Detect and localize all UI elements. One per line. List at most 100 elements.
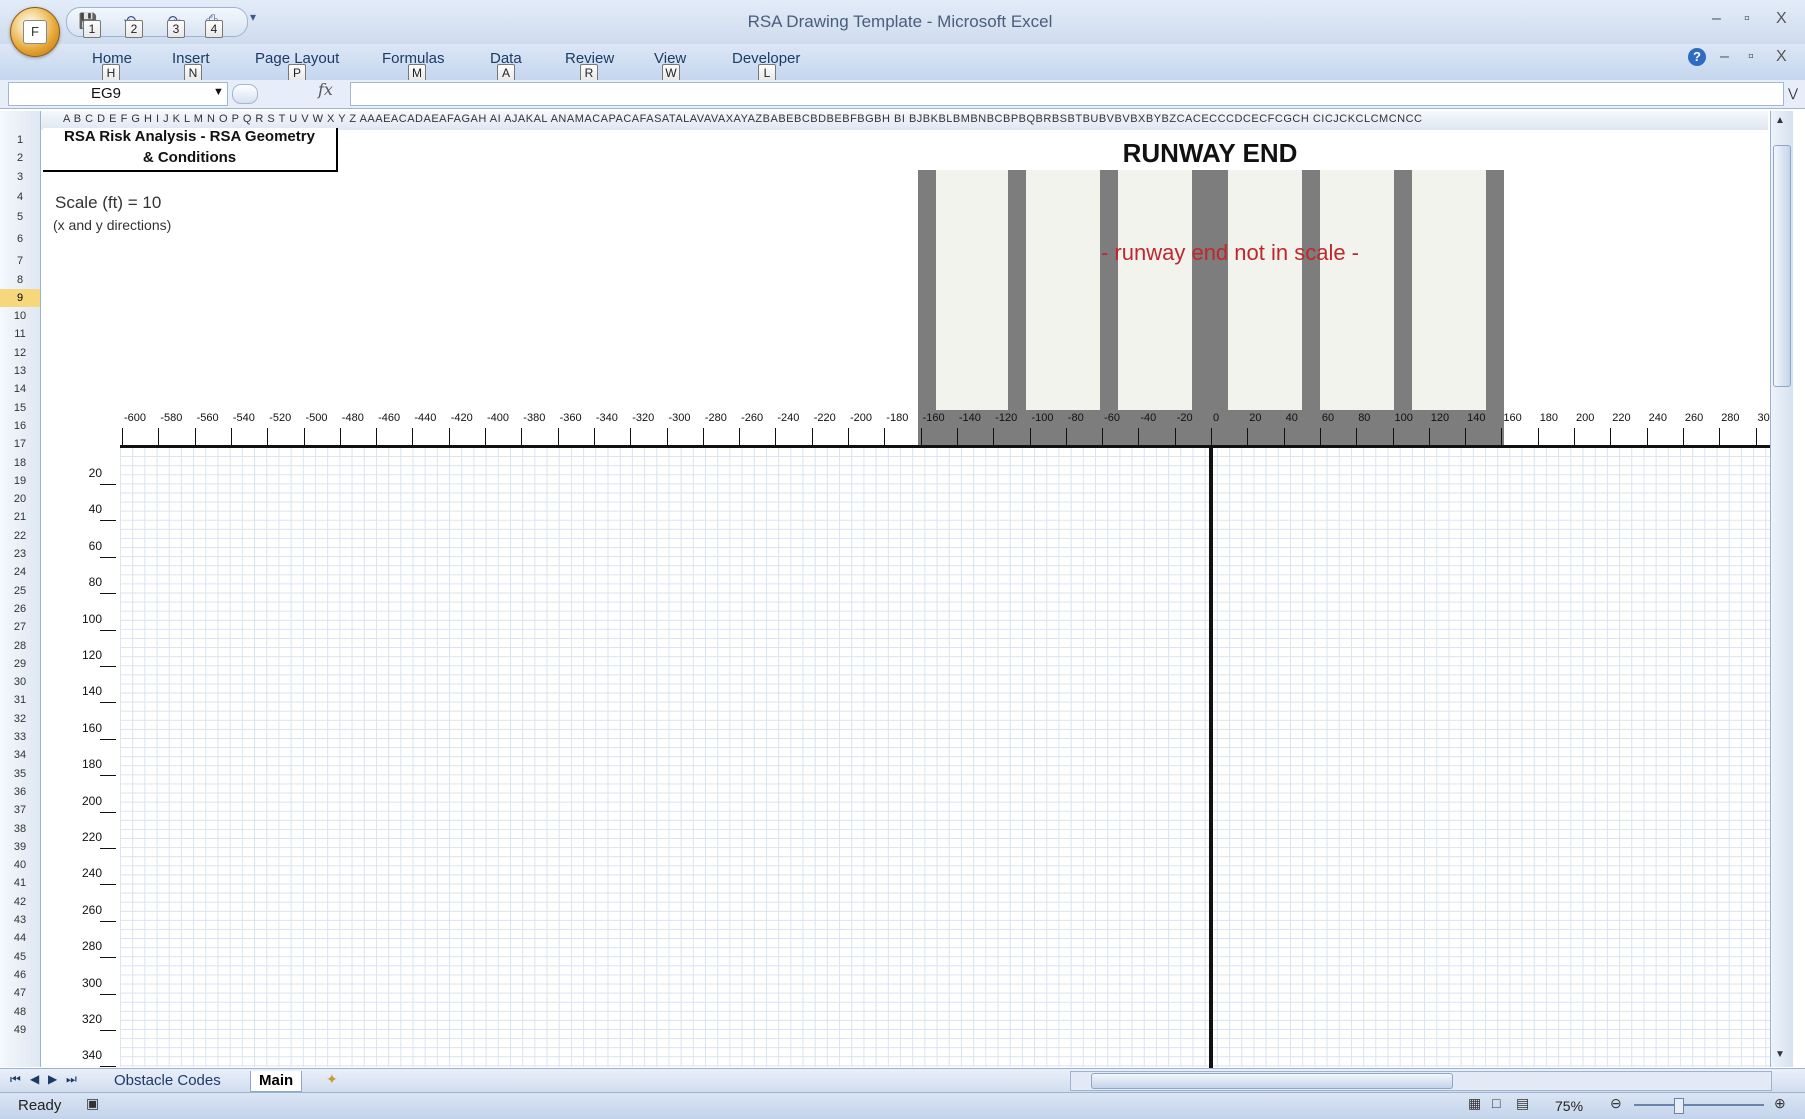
y-tick-mark [100,1030,116,1031]
zoom-slider-thumb[interactable] [1674,1098,1684,1114]
x-tick-label: 40 [1285,412,1298,424]
row-header-25[interactable]: 25 [0,582,40,600]
row-header-9[interactable]: 9 [0,288,40,308]
horizontal-scrollbar[interactable] [1070,1071,1772,1091]
row-header-37[interactable]: 37 [0,801,40,819]
row-header-31[interactable]: 31 [0,691,40,709]
row-header-3[interactable]: 3 [0,168,40,186]
row-header-22[interactable]: 22 [0,527,40,545]
name-box-dropdown-icon[interactable]: ▼ [213,86,224,98]
row-header-8[interactable]: 8 [0,271,40,289]
first-sheet-icon[interactable]: ⏮ [10,1072,21,1087]
row-header-40[interactable]: 40 [0,856,40,874]
runway-note: - runway end not in scale - [1100,240,1360,265]
row-header-27[interactable]: 27 [0,618,40,636]
name-box[interactable]: EG9 ▼ [8,82,228,106]
close-button[interactable]: X [1776,10,1787,28]
row-header-36[interactable]: 36 [0,783,40,801]
expand-formula-bar-icon[interactable]: ⋁ [1784,82,1802,104]
runway-end-graphic[interactable] [918,170,1504,446]
page-break-view-icon[interactable]: ▤ [1516,1095,1529,1112]
row-header-17[interactable]: 17 [0,435,40,453]
row-header-49[interactable]: 49 [0,1021,40,1039]
row-header-47[interactable]: 47 [0,984,40,1002]
y-tick-mark [100,484,116,485]
restore-button[interactable]: ▫ [1744,10,1750,28]
row-header-15[interactable]: 15 [0,399,40,417]
row-header-6[interactable]: 6 [0,226,40,252]
insert-sheet-icon[interactable]: ✦ [326,1071,338,1088]
zoom-out-icon[interactable]: ⊖ [1610,1095,1622,1112]
next-sheet-icon[interactable]: ▶ [48,1072,57,1086]
row-header-18[interactable]: 18 [0,454,40,472]
scroll-up-icon[interactable]: ▲ [1775,115,1785,126]
insert-function-button[interactable]: fx [318,80,333,99]
qat-customize-icon[interactable]: ▾ [250,10,256,24]
workbook-restore-button[interactable]: ▫ [1748,48,1754,66]
zoom-in-icon[interactable]: ⊕ [1774,1095,1786,1112]
row-header-26[interactable]: 26 [0,600,40,618]
minimize-button[interactable]: – [1712,10,1721,28]
row-header-32[interactable]: 32 [0,710,40,728]
row-header-30[interactable]: 30 [0,673,40,691]
last-sheet-icon[interactable]: ⏭ [66,1072,77,1087]
row-header-46[interactable]: 46 [0,966,40,984]
sheet-tab-obstacle-codes[interactable]: Obstacle Codes [106,1071,229,1091]
row-header-21[interactable]: 21 [0,508,40,526]
row-header-33[interactable]: 33 [0,728,40,746]
formula-input[interactable] [350,82,1784,106]
vertical-scroll-thumb[interactable] [1773,145,1791,387]
row-header-29[interactable]: 29 [0,655,40,673]
horizontal-scroll-thumb[interactable] [1091,1073,1453,1089]
zoom-level[interactable]: 75% [1555,1098,1583,1114]
runway-stripe [1320,170,1394,410]
x-tick-label: -380 [523,412,546,424]
vertical-scrollbar[interactable]: ▲ ▼ [1770,111,1793,1067]
zoom-slider[interactable] [1634,1104,1764,1106]
row-header-34[interactable]: 34 [0,746,40,764]
sheet-tab-main[interactable]: Main [250,1071,303,1092]
row-headers[interactable]: 1 2 3 4 5 6 7 8 9 10 11 12 13 14 15 16 17 18 19 20 21 22 23 24 2… [0,111,41,1067]
row-header-13[interactable]: 13 [0,362,40,380]
normal-view-icon[interactable]: ▦ [1468,1095,1481,1112]
help-icon[interactable]: ? [1688,48,1706,66]
x-tick-mark [1138,428,1140,445]
row-header-10[interactable]: 10 [0,307,40,325]
workbook-close-button[interactable]: X [1776,48,1787,66]
row-header-28[interactable]: 28 [0,637,40,655]
row-header-43[interactable]: 43 [0,911,40,929]
row-header-24[interactable]: 24 [0,563,40,581]
row-header-4[interactable]: 4 [0,186,40,208]
macro-record-icon[interactable]: ▣ [86,1095,99,1112]
runway-end-title: RUNWAY END [1122,138,1298,168]
x-tick-label: -320 [632,412,655,424]
formula-bar-handle[interactable] [232,84,258,104]
row-header-2[interactable]: 2 [0,149,40,167]
row-header-19[interactable]: 19 [0,472,40,490]
status-ready: Ready [18,1097,62,1114]
page-layout-view-icon[interactable]: □ [1492,1095,1500,1111]
row-header-48[interactable]: 48 [0,1003,40,1021]
row-header-11[interactable]: 11 [0,325,40,343]
row-header-41[interactable]: 41 [0,874,40,892]
row-header-45[interactable]: 45 [0,948,40,966]
row-header-35[interactable]: 35 [0,765,40,783]
row-header-7[interactable]: 7 [0,252,40,270]
row-header-38[interactable]: 38 [0,820,40,838]
row-header-5[interactable]: 5 [0,208,40,226]
workbook-minimize-button[interactable]: – [1720,48,1729,66]
scroll-down-icon[interactable]: ▼ [1775,1049,1785,1060]
prev-sheet-icon[interactable]: ◀ [30,1072,39,1086]
row-header-23[interactable]: 23 [0,545,40,563]
row-header-14[interactable]: 14 [0,380,40,398]
row-header-12[interactable]: 12 [0,344,40,362]
row-header-39[interactable]: 39 [0,838,40,856]
office-button[interactable]: F [10,7,60,57]
row-header-42[interactable]: 42 [0,893,40,911]
row-header-16[interactable]: 16 [0,417,40,435]
row-header-1[interactable]: 1 [0,131,40,149]
row-header-20[interactable]: 20 [0,490,40,508]
column-letters: A B C D E F G H I J K L M N O P Q R S T … [63,113,1423,125]
x-tick-label: -300 [668,412,691,424]
row-header-44[interactable]: 44 [0,929,40,947]
